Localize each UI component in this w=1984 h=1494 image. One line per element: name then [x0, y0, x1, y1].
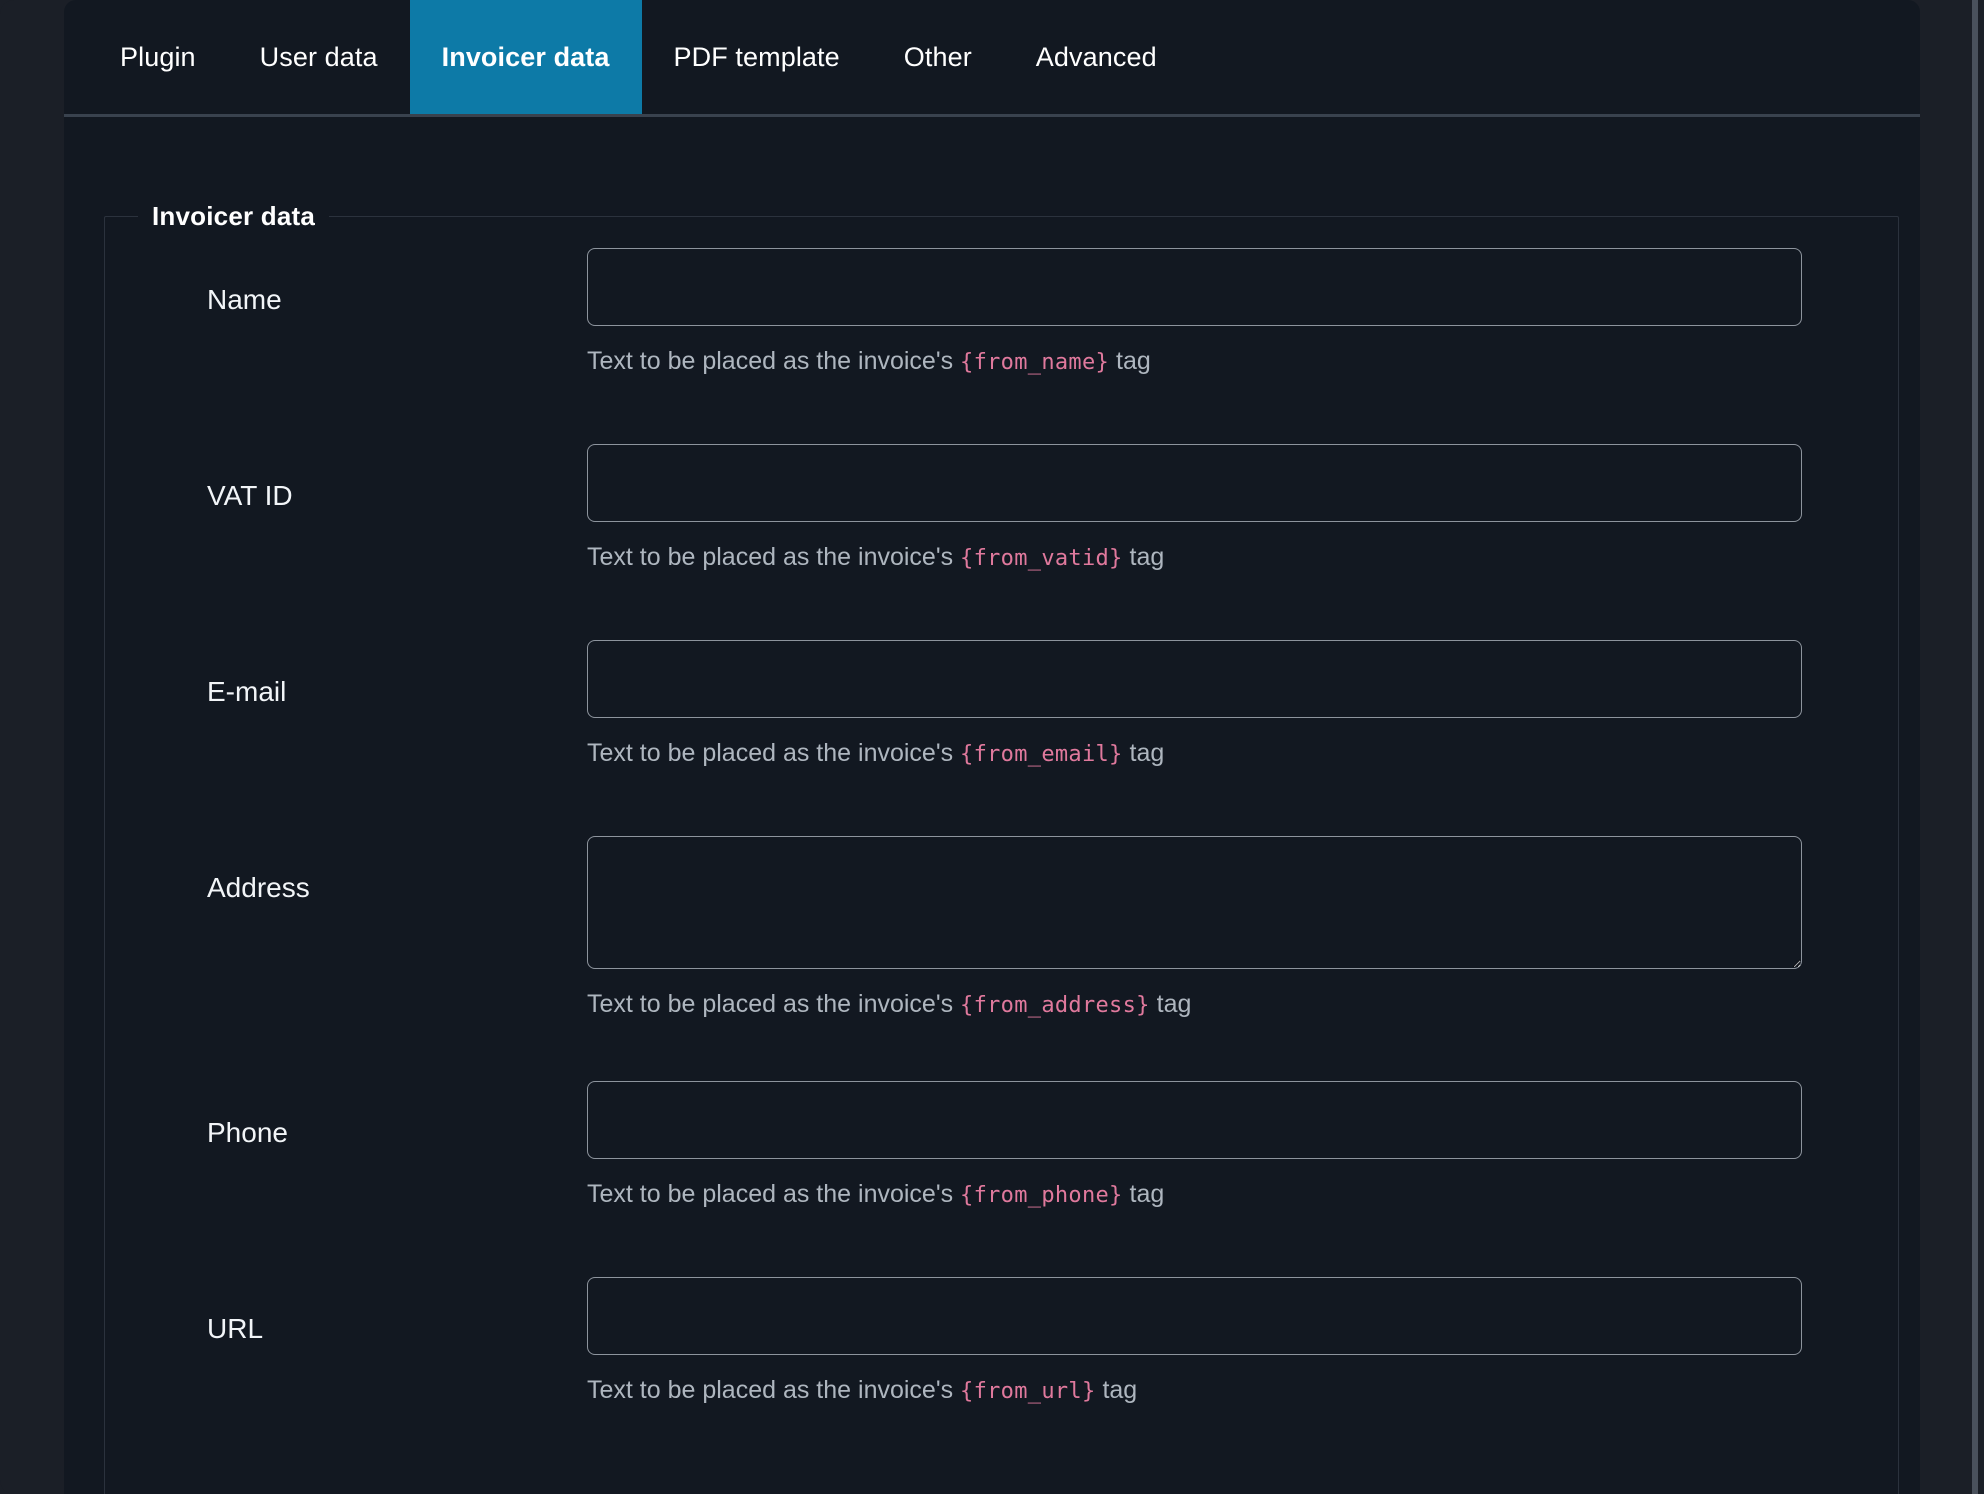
tab-advanced[interactable]: Advanced	[1004, 0, 1189, 114]
settings-tab-bar: Plugin User data Invoicer data PDF templ…	[64, 0, 1920, 117]
label-name: Name	[207, 284, 282, 315]
form-row-email: E-mail Text to be placed as the invoice'…	[105, 640, 1898, 836]
help-name-suffix: tag	[1109, 347, 1151, 375]
help-vatid: Text to be placed as the invoice's {from…	[587, 543, 1842, 572]
form-rows: Name Text to be placed as the invoice's …	[105, 232, 1898, 1473]
help-email-suffix: tag	[1122, 739, 1165, 767]
help-name: Text to be placed as the invoice's {from…	[587, 347, 1842, 376]
help-url-prefix: Text to be placed as the invoice's	[587, 1376, 961, 1404]
help-phone-prefix: Text to be placed as the invoice's	[587, 1180, 961, 1208]
help-url-suffix: tag	[1095, 1376, 1138, 1404]
help-vatid-prefix: Text to be placed as the invoice's	[587, 543, 961, 571]
form-row-url: URL Text to be placed as the invoice's {…	[105, 1277, 1898, 1473]
input-name[interactable]	[587, 248, 1802, 326]
form-row-address: Address Text to be placed as the invoice…	[105, 836, 1898, 1081]
label-phone: Phone	[207, 1117, 288, 1148]
input-phone[interactable]	[587, 1081, 1802, 1159]
form-row-name: Name Text to be placed as the invoice's …	[105, 248, 1898, 444]
label-url: URL	[207, 1313, 264, 1344]
help-phone-suffix: tag	[1122, 1180, 1165, 1208]
help-url-code: {from_url}	[960, 1379, 1096, 1404]
help-email-prefix: Text to be placed as the invoice's	[587, 739, 961, 767]
settings-panel: Plugin User data Invoicer data PDF templ…	[64, 0, 1920, 1494]
page-scrollbar[interactable]	[1972, 0, 1978, 1494]
help-url: Text to be placed as the invoice's {from…	[587, 1376, 1842, 1405]
tab-invoicer-data[interactable]: Invoicer data	[409, 0, 642, 114]
help-name-prefix: Text to be placed as the invoice's	[587, 347, 961, 375]
control-address: Text to be placed as the invoice's {from…	[587, 836, 1842, 1019]
help-phone: Text to be placed as the invoice's {from…	[587, 1180, 1842, 1209]
help-name-code: {from_name}	[960, 350, 1110, 375]
app-root: Plugin User data Invoicer data PDF templ…	[0, 0, 1984, 1494]
help-vatid-suffix: tag	[1122, 543, 1165, 571]
input-url[interactable]	[587, 1277, 1802, 1355]
help-phone-code: {from_phone}	[960, 1183, 1123, 1208]
control-vatid: Text to be placed as the invoice's {from…	[587, 444, 1842, 572]
outer-pane: Plugin User data Invoicer data PDF templ…	[0, 0, 1978, 1494]
help-email-code: {from_email}	[960, 742, 1123, 767]
input-email[interactable]	[587, 640, 1802, 718]
form-row-phone: Phone Text to be placed as the invoice's…	[105, 1081, 1898, 1277]
label-address: Address	[207, 872, 310, 903]
tab-pdf-template[interactable]: PDF template	[642, 0, 872, 114]
help-address: Text to be placed as the invoice's {from…	[587, 990, 1842, 1019]
label-vatid: VAT ID	[207, 480, 293, 511]
control-phone: Text to be placed as the invoice's {from…	[587, 1081, 1842, 1209]
control-email: Text to be placed as the invoice's {from…	[587, 640, 1842, 768]
input-address[interactable]	[587, 836, 1802, 969]
control-url: Text to be placed as the invoice's {from…	[587, 1277, 1842, 1405]
tab-plugin[interactable]: Plugin	[88, 0, 228, 114]
help-email: Text to be placed as the invoice's {from…	[587, 739, 1842, 768]
tab-other[interactable]: Other	[872, 0, 1004, 114]
control-name: Text to be placed as the invoice's {from…	[587, 248, 1842, 376]
fieldset-legend: Invoicer data	[152, 201, 315, 231]
help-address-prefix: Text to be placed as the invoice's	[587, 990, 961, 1018]
label-email: E-mail	[207, 676, 287, 707]
help-address-suffix: tag	[1149, 990, 1192, 1018]
help-vatid-code: {from_vatid}	[960, 546, 1123, 571]
input-vatid[interactable]	[587, 444, 1802, 522]
help-address-code: {from_address}	[960, 993, 1150, 1018]
tab-user-data[interactable]: User data	[228, 0, 410, 114]
form-row-vatid: VAT ID Text to be placed as the invoice'…	[105, 444, 1898, 640]
invoicer-data-fieldset: Invoicer data Name Text to be placed as …	[104, 201, 1899, 1494]
